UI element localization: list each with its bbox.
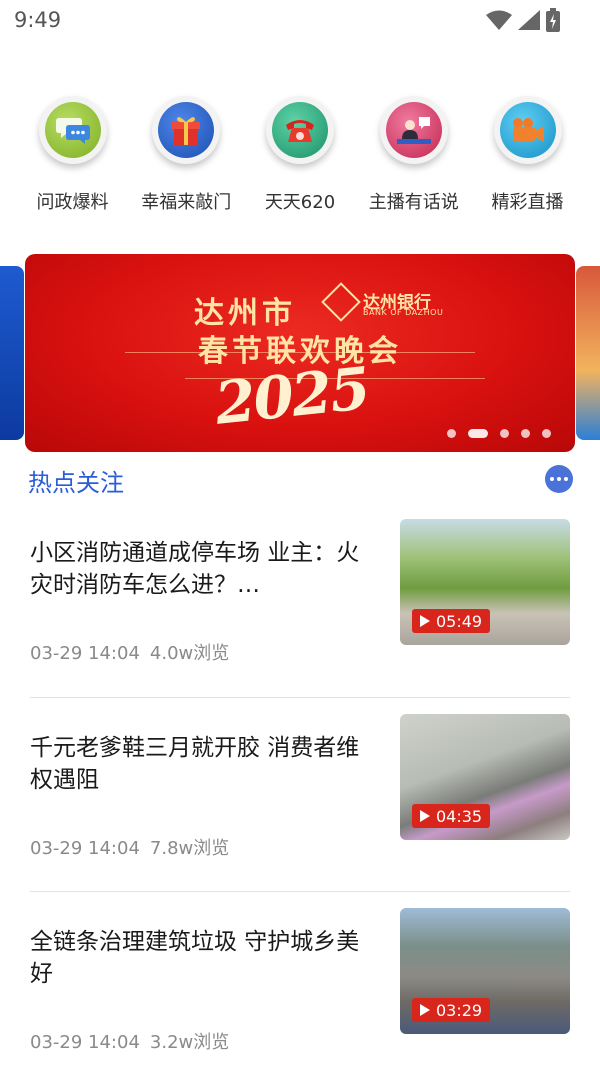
- status-icons: [486, 8, 560, 32]
- news-title: 小区消防通道成停车场 业主：火灾时消防车怎么进？…: [30, 540, 360, 598]
- status-time: 9:49: [14, 8, 62, 32]
- news-views: 3.2w浏览: [149, 1032, 230, 1053]
- cellular-signal-icon: [518, 10, 540, 30]
- quick-entry-label: 天天620: [264, 192, 336, 213]
- carousel-dot[interactable]: [500, 429, 509, 438]
- wifi-icon: [486, 10, 512, 30]
- gift-box-icon: [158, 102, 215, 158]
- quick-entry-label: 精彩直播: [491, 192, 564, 213]
- video-duration-badge: 05:49: [412, 609, 491, 633]
- quick-entry-tiantian620[interactable]: 天天620: [244, 96, 357, 214]
- news-meta: 03-29 14:04 3.2w浏览: [30, 1028, 229, 1054]
- banner-prev-peek[interactable]: [0, 266, 24, 440]
- quick-icon-frame: [38, 96, 107, 164]
- bank-name-en: BANK OF DAZHOU: [363, 308, 444, 317]
- quick-icon-frame: [266, 96, 334, 164]
- telephone-icon: [272, 102, 328, 158]
- news-views: 4.0w浏览: [149, 643, 230, 664]
- video-duration-badge: 03:29: [412, 998, 491, 1022]
- status-bar: 9:49: [0, 0, 600, 40]
- video-duration: 05:49: [436, 611, 483, 631]
- play-icon: [420, 1004, 430, 1016]
- more-dot: [557, 477, 561, 481]
- carousel-dot[interactable]: [447, 429, 456, 438]
- carousel-dot-active[interactable]: [468, 429, 488, 438]
- play-icon: [420, 615, 430, 627]
- quick-icon-frame: [379, 96, 448, 164]
- news-views: 7.8w浏览: [149, 838, 230, 859]
- quick-entry-zhubo[interactable]: 主播有话说: [357, 96, 470, 214]
- quick-entry-label: 问政爆料: [36, 192, 109, 213]
- quick-entry-label: 幸福来敲门: [141, 192, 232, 213]
- more-dot: [550, 477, 554, 481]
- news-title: 千元老爹鞋三月就开胶 消费者维权遇阻: [30, 735, 360, 793]
- news-date: 03-29 14:04: [30, 643, 140, 664]
- divider: [30, 697, 570, 698]
- anchor-desk-icon: [385, 102, 442, 158]
- quick-entry-xingfu[interactable]: 幸福来敲门: [130, 96, 243, 214]
- more-dot: [564, 477, 568, 481]
- video-duration: 03:29: [436, 1000, 483, 1020]
- video-camera-icon: [499, 102, 556, 158]
- quick-entry-zhibo[interactable]: 精彩直播: [471, 96, 584, 214]
- section-title: 热点关注: [28, 469, 124, 497]
- quick-icon-frame: [493, 96, 562, 164]
- divider: [30, 891, 570, 892]
- battery-icon: [546, 8, 560, 32]
- quick-icon-frame: [152, 96, 221, 164]
- more-options-button[interactable]: [545, 465, 573, 493]
- news-title: 全链条治理建筑垃圾 守护城乡美好: [30, 929, 360, 987]
- carousel-indicator: [447, 429, 551, 438]
- news-item[interactable]: 全链条治理建筑垃圾 守护城乡美好 03-29 14:04 3.2w浏览 03:29: [30, 908, 570, 1066]
- quick-entry-wenzheng[interactable]: 问政爆料: [16, 96, 129, 214]
- play-icon: [420, 810, 430, 822]
- quick-entry-label: 主播有话说: [368, 192, 459, 213]
- banner-year: 2025: [211, 354, 372, 438]
- news-item[interactable]: 小区消防通道成停车场 业主：火灾时消防车怎么进？… 03-29 14:04 4.0…: [30, 519, 570, 697]
- video-duration: 04:35: [436, 806, 483, 826]
- quick-entry-row: 问政爆料 幸福来敲门 天天620 主播有话说 精彩直播: [16, 96, 584, 214]
- news-meta: 03-29 14:04 7.8w浏览: [30, 834, 229, 860]
- chat-bubble-icon: [44, 102, 101, 158]
- banner-next-peek[interactable]: [576, 266, 600, 440]
- news-date: 03-29 14:04: [30, 1032, 140, 1053]
- news-item[interactable]: 千元老爹鞋三月就开胶 消费者维权遇阻 03-29 14:04 7.8w浏览 04:…: [30, 714, 570, 892]
- carousel-dot[interactable]: [521, 429, 530, 438]
- banner-carousel[interactable]: 达州市 达州银行 BANK OF DAZHOU 春节联欢晚会 2025: [25, 254, 575, 452]
- news-thumbnail[interactable]: 03:29: [400, 908, 570, 1034]
- news-thumbnail[interactable]: 05:49: [400, 519, 570, 645]
- video-duration-badge: 04:35: [412, 804, 491, 828]
- news-date: 03-29 14:04: [30, 838, 140, 859]
- news-thumbnail[interactable]: 04:35: [400, 714, 570, 840]
- carousel-dot[interactable]: [542, 429, 551, 438]
- news-meta: 03-29 14:04 4.0w浏览: [30, 639, 229, 665]
